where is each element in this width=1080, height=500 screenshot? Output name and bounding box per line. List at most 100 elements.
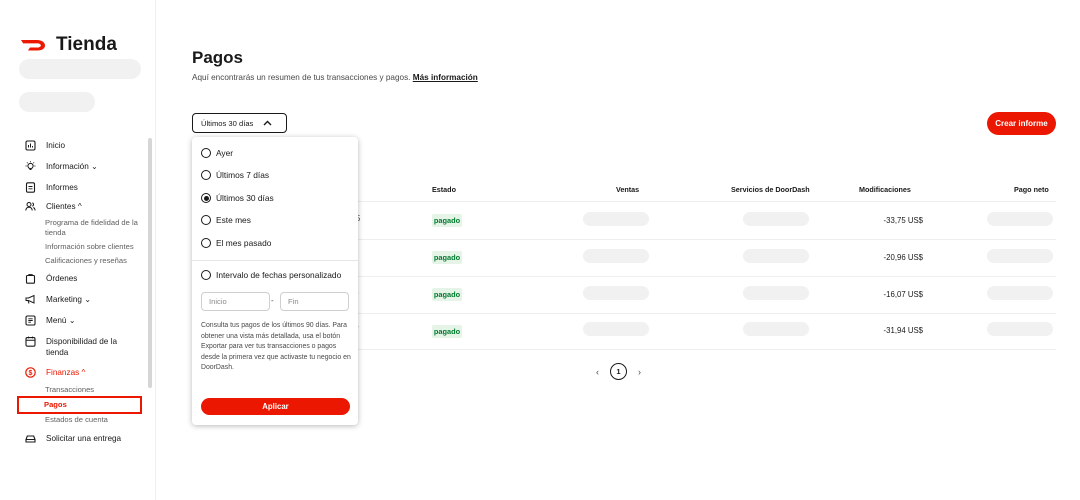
sidebar-item-label: Menú ⌄ xyxy=(46,316,76,325)
account-placeholder[interactable] xyxy=(19,92,95,112)
sales-placeholder xyxy=(583,286,649,300)
net-payment-placeholder xyxy=(987,249,1053,263)
page-subtitle: Aquí encontrarás un resumen de tus trans… xyxy=(192,73,478,82)
lightbulb-icon xyxy=(25,161,36,172)
radio-icon xyxy=(201,170,211,180)
column-header-modificaciones[interactable]: Modificaciones xyxy=(859,185,911,194)
radio-icon xyxy=(201,270,211,280)
sidebar-subitem-calificaciones[interactable]: Calificaciones y reseñas xyxy=(0,256,146,266)
start-date-input[interactable]: Inicio xyxy=(201,292,270,311)
sidebar-subitem-pagos[interactable]: Pagos xyxy=(17,396,142,414)
sidebar-nav: Inicio Información ⌄ Informes Clientes ^… xyxy=(0,138,146,444)
option-este-mes[interactable]: Este mes xyxy=(201,215,251,225)
services-placeholder xyxy=(743,322,809,336)
sidebar-item-label: Inicio xyxy=(46,141,66,150)
sales-placeholder xyxy=(583,249,649,263)
option-ultimos-7-dias[interactable]: Últimos 7 días xyxy=(201,170,269,180)
sidebar-item-informes[interactable]: Informes xyxy=(0,182,146,193)
sidebar-scrollbar[interactable] xyxy=(148,138,152,388)
menu-divider xyxy=(192,260,358,261)
sidebar-item-inicio[interactable]: Inicio xyxy=(0,140,146,151)
sidebar-subitem-estados-cuenta[interactable]: Estados de cuenta xyxy=(0,415,146,425)
sidebar-item-solicitar-entrega[interactable]: Solicitar una entrega xyxy=(0,433,146,444)
car-icon xyxy=(25,433,36,444)
next-page-button[interactable]: › xyxy=(638,367,641,377)
page-title: Pagos xyxy=(192,48,244,67)
option-label: Últimos 7 días xyxy=(216,170,270,180)
doordash-logo-icon xyxy=(21,40,45,51)
option-mes-pasado[interactable]: El mes pasado xyxy=(201,238,271,248)
bag-icon xyxy=(25,273,36,284)
create-report-button[interactable]: Crear informe xyxy=(987,112,1056,135)
range-help-text: Consulta tus pagos de los últimos 90 día… xyxy=(201,322,351,372)
sidebar-item-marketing[interactable]: Marketing ⌄ xyxy=(0,294,146,305)
sidebar-item-clientes[interactable]: Clientes ^ xyxy=(0,201,146,212)
column-header-estado[interactable]: Estado xyxy=(432,185,456,194)
option-label: Intervalo de fechas personalizado xyxy=(216,270,342,280)
option-ultimos-30-dias[interactable]: Últimos 30 días xyxy=(201,193,274,203)
column-header-pago-neto[interactable]: Pago neto xyxy=(1014,185,1049,194)
status-badge: pagado xyxy=(432,251,462,264)
column-header-ventas[interactable]: Ventas xyxy=(616,185,639,194)
status-badge: pagado xyxy=(432,288,462,301)
sidebar-item-label: Disponibilidad de la tienda xyxy=(46,337,118,357)
sidebar-item-ordenes[interactable]: Órdenes xyxy=(0,273,146,284)
status-badge: pagado xyxy=(432,214,462,227)
brand[interactable]: Tienda xyxy=(20,34,117,56)
dollar-icon: $ xyxy=(25,367,36,378)
chevron-up-icon xyxy=(263,120,272,126)
report-icon xyxy=(25,182,36,193)
option-intervalo-personalizado[interactable]: Intervalo de fechas personalizado xyxy=(201,270,341,280)
date-separator: - xyxy=(271,296,274,305)
users-icon xyxy=(25,201,36,212)
brand-name: Tienda xyxy=(56,34,117,55)
radio-icon xyxy=(201,215,211,225)
pagination: ‹ 1 › xyxy=(596,363,641,380)
option-label: Últimos 30 días xyxy=(216,193,274,203)
apply-button[interactable]: Aplicar xyxy=(201,398,350,415)
sidebar-subitem-programa-fidelidad[interactable]: Programa de fidelidad de la tienda xyxy=(0,218,146,238)
net-payment-placeholder xyxy=(987,286,1053,300)
sidebar-item-finanzas[interactable]: $ Finanzas ^ xyxy=(0,367,146,378)
store-selector-placeholder[interactable] xyxy=(19,59,141,79)
sidebar-item-label: Marketing ⌄ xyxy=(46,295,92,304)
menu-book-icon xyxy=(25,315,36,326)
sales-placeholder xyxy=(583,212,649,226)
calendar-icon xyxy=(25,336,36,347)
sidebar-item-label: Informes xyxy=(46,183,78,192)
megaphone-icon xyxy=(25,294,36,305)
end-date-input[interactable]: Fin xyxy=(280,292,349,311)
date-range-menu: Ayer Últimos 7 días Últimos 30 días Este… xyxy=(192,137,358,425)
column-header-servicios[interactable]: Servicios de DoorDash xyxy=(731,185,810,194)
sidebar-item-label: Solicitar una entrega xyxy=(46,434,122,443)
sidebar-item-label: Finanzas ^ xyxy=(46,368,86,377)
home-icon xyxy=(25,140,36,151)
sidebar-subitem-informacion-clientes[interactable]: Información sobre clientes xyxy=(0,242,146,252)
sidebar-item-menu[interactable]: Menú ⌄ xyxy=(0,315,146,326)
radio-icon xyxy=(201,238,211,248)
sidebar-item-disponibilidad[interactable]: Disponibilidad de la tienda xyxy=(0,336,146,358)
services-placeholder xyxy=(743,212,809,226)
svg-text:$: $ xyxy=(29,370,33,377)
status-badge: pagado xyxy=(432,325,462,338)
radio-icon xyxy=(201,148,211,158)
sidebar-item-informacion[interactable]: Información ⌄ xyxy=(0,161,146,172)
sidebar-subitem-transacciones[interactable]: Transacciones xyxy=(0,385,146,395)
sidebar-item-label: Órdenes xyxy=(46,274,78,283)
option-label: Ayer xyxy=(216,148,234,158)
services-placeholder xyxy=(743,286,809,300)
option-label: Este mes xyxy=(216,215,251,225)
subtitle-text: Aquí encontrarás un resumen de tus trans… xyxy=(192,73,411,82)
date-range-label: Últimos 30 días xyxy=(201,118,254,128)
services-placeholder xyxy=(743,249,809,263)
net-payment-placeholder xyxy=(987,212,1053,226)
more-info-link[interactable]: Más información xyxy=(413,73,478,82)
prev-page-button[interactable]: ‹ xyxy=(596,367,599,377)
sales-placeholder xyxy=(583,322,649,336)
option-ayer[interactable]: Ayer xyxy=(201,148,233,158)
modification-value: -16,07 US$ xyxy=(883,290,923,299)
net-payment-placeholder xyxy=(987,322,1053,336)
page-1-button[interactable]: 1 xyxy=(610,363,627,380)
modification-value: -33,75 US$ xyxy=(883,216,923,225)
date-range-dropdown[interactable]: Últimos 30 días xyxy=(192,113,287,133)
